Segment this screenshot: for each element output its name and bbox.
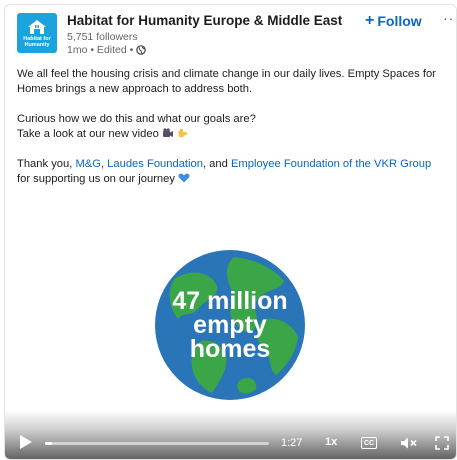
post-meta: 1mo • Edited • [67,44,147,56]
overlay-line: 47 million [172,287,288,315]
follow-label: Follow [377,13,422,29]
separator-text: , and [202,158,231,170]
post-card: Habitat for Humanity Habitat for Humanit… [4,4,457,460]
video-progress-fill [45,442,52,445]
follower-count: 5,751 followers [67,31,138,43]
fullscreen-icon[interactable] [435,436,449,450]
post-header: Habitat for Humanity Habitat for Humanit… [17,10,456,63]
org-name[interactable]: Habitat for Humanity Europe & Middle Eas… [67,13,342,28]
video-controls: 1:27 1x CC [5,410,456,459]
blue-heart-icon [178,173,190,183]
time-remaining: 1:27 [281,437,303,449]
captions-button[interactable]: CC [361,437,377,449]
earth-graphic: 47 million empty homes [154,249,306,401]
logo-wordmark: Habitat for Humanity [23,35,51,48]
post-line: Curious how we do this and what our goal… [17,113,256,125]
more-options-button[interactable]: ··· [437,9,456,27]
post-paragraph: We all feel the housing crisis and clima… [17,68,436,95]
mention-vkr-foundation[interactable]: Employee Foundation of the VKR Group [231,158,431,170]
habitat-logo-icon [28,19,46,34]
supporting-text: for supporting us on our journey [17,173,175,185]
overlay-line: homes [189,335,271,363]
plus-icon: + [365,12,375,29]
overlay-line: empty [193,311,267,339]
post-time: 1mo • Edited • [67,44,134,56]
movie-camera-icon [162,128,173,137]
volume-muted-icon[interactable] [400,436,418,450]
globe-icon [136,45,147,55]
follow-button[interactable]: + Follow [361,11,426,31]
post-line: Take a look at our new video [17,128,159,140]
video-player[interactable]: 47 million empty homes 1:27 1x CC [5,210,456,459]
mention-mg[interactable]: M&G [75,158,100,170]
post-paragraph: Thank you, M&G, Laudes Foundation, and E… [17,157,449,187]
video-title-overlay: 47 million empty homes [154,249,306,401]
company-logo[interactable]: Habitat for Humanity [17,13,57,53]
thank-you-text: Thank you, [17,158,76,170]
mention-laudes-foundation[interactable]: Laudes Foundation [107,158,203,170]
post-paragraph: Curious how we do this and what our goal… [17,112,449,142]
play-icon[interactable] [19,434,33,450]
video-progress-bar[interactable] [45,442,269,445]
post-body: We all feel the housing crisis and clima… [17,67,449,187]
pointing-down-icon [178,129,188,137]
playback-speed-button[interactable]: 1x [325,436,337,448]
